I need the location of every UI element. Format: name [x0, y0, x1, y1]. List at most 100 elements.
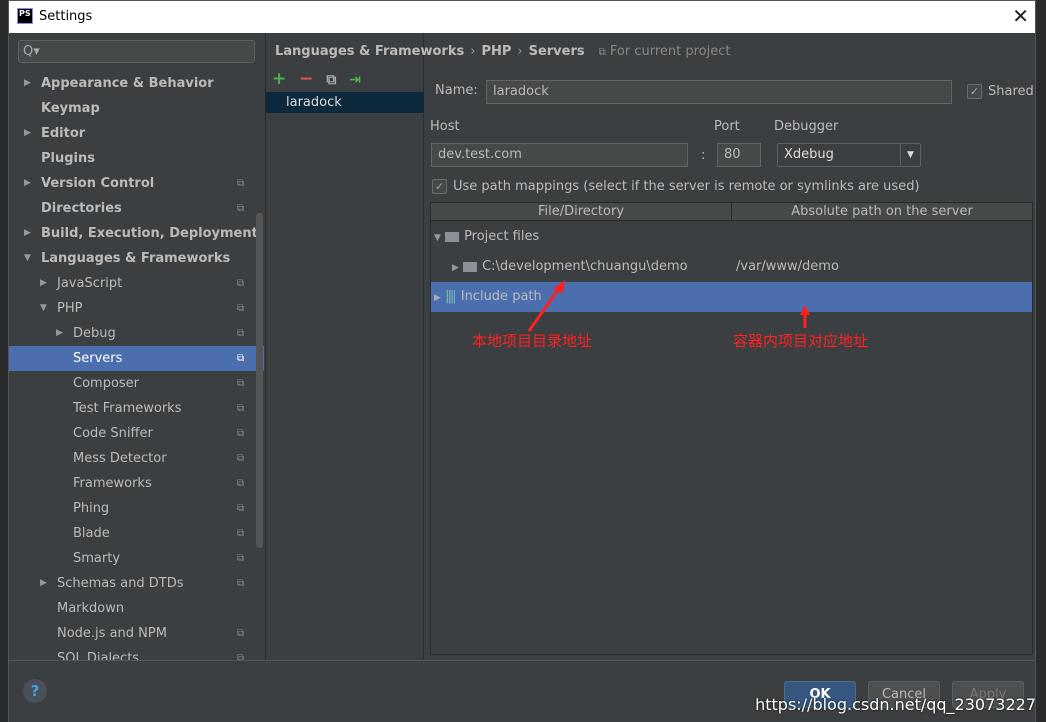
sidebar-item[interactable]: SQL Dialects ⧉: [9, 646, 264, 660]
expanded-arrow-icon[interactable]: ▼: [24, 246, 31, 271]
sidebar-item[interactable]: Mess Detector ⧉: [9, 446, 264, 471]
window-title: Settings: [39, 9, 93, 24]
copy-server-icon[interactable]: ⧉: [326, 72, 336, 88]
collapsed-arrow-icon[interactable]: ▶: [24, 221, 31, 246]
sidebar-item-label: Node.js and NPM: [57, 626, 167, 641]
arrow-head: [553, 280, 565, 293]
close-button[interactable]: ✕: [1012, 4, 1029, 28]
project-scope-icon: ⧉: [237, 278, 245, 289]
sidebar-item[interactable]: ▼ Languages & Frameworks: [9, 246, 264, 271]
breadcrumb-item: PHP: [481, 44, 512, 59]
sidebar-item[interactable]: Blade ⧉: [9, 521, 264, 546]
sidebar-item[interactable]: Smarty ⧉: [9, 546, 264, 571]
project-scope-icon: ⧉: [237, 178, 245, 189]
import-server-icon[interactable]: ⇥: [349, 72, 361, 88]
project-scope-icon: ⧉: [237, 653, 245, 660]
annotation-arrows: [527, 280, 810, 332]
sidebar-item-label: Directories: [41, 201, 122, 216]
settings-sidebar: Q▾ ▶ Appearance & Behavior Keymap ▶ Editor Pl…: [9, 33, 264, 660]
project-scope-icon: ⧉: [237, 528, 245, 539]
sidebar-item[interactable]: Plugins: [9, 146, 264, 171]
project-scope-icon: ⧉: [237, 428, 245, 439]
sidebar-item[interactable]: Test Frameworks ⧉: [9, 396, 264, 421]
sidebar-item-label: Appearance & Behavior: [41, 76, 214, 91]
sidebar-item[interactable]: ▶ Version Control ⧉: [9, 171, 264, 196]
collapsed-arrow-icon[interactable]: ▶: [24, 121, 31, 146]
project-scope-icon: ⧉: [237, 578, 245, 589]
sidebar-item[interactable]: Markdown: [9, 596, 264, 621]
sidebar-item-label: Frameworks: [73, 476, 152, 491]
project-scope-icon: ⧉: [237, 378, 245, 389]
sidebar-item[interactable]: Frameworks ⧉: [9, 471, 264, 496]
add-server-icon[interactable]: +: [272, 69, 286, 89]
sidebar-item-label: Keymap: [41, 101, 100, 116]
phpstorm-logo: PS: [17, 8, 33, 24]
sidebar-item-label: Markdown: [57, 601, 125, 616]
server-list-item[interactable]: laradock: [266, 92, 424, 113]
project-scope-icon: ⧉: [237, 478, 245, 489]
sidebar-item[interactable]: ▼ PHP ⧉: [9, 296, 264, 321]
project-scope-icon: ⧉: [237, 303, 245, 314]
sidebar-item-label: SQL Dialects: [57, 651, 140, 660]
watermark: https://blog.csdn.net/qq_23073227: [755, 695, 1036, 714]
sidebar-item[interactable]: Directories ⧉: [9, 196, 264, 221]
search-input[interactable]: Q▾: [18, 40, 255, 63]
collapsed-arrow-icon[interactable]: ▶: [40, 571, 47, 596]
sidebar-item[interactable]: Node.js and NPM ⧉: [9, 621, 264, 646]
sidebar-item[interactable]: Servers ⧉: [9, 346, 264, 371]
help-button[interactable]: ?: [23, 679, 47, 703]
title-bar: PS Settings ✕: [9, 1, 1035, 33]
breadcrumb: Languages & Frameworks › PHP › Servers ⧉ For …: [275, 44, 731, 59]
breadcrumb-item: Servers: [528, 44, 585, 59]
collapsed-arrow-icon[interactable]: ▶: [56, 321, 63, 346]
sidebar-item-label: Version Control: [41, 176, 155, 191]
arrow-local: [527, 286, 562, 332]
sidebar-item-label: Servers: [73, 351, 123, 366]
settings-dialog: PS Settings ✕ Q▾ ▶ Appearance & Behavior K…: [8, 0, 1036, 722]
sidebar-item-label: Schemas and DTDs: [57, 576, 184, 591]
breadcrumb-item: Languages & Frameworks: [275, 44, 465, 59]
sidebar-scrollbar[interactable]: [256, 213, 263, 548]
sidebar-item-label: Plugins: [41, 151, 95, 166]
sidebar-item-label: PHP: [57, 301, 83, 316]
project-scope-icon: ⧉: [237, 628, 245, 639]
project-scope-icon: ⧉: [237, 328, 245, 339]
project-scope-icon: ⧉: [237, 553, 245, 564]
sidebar-item[interactable]: Phing ⧉: [9, 496, 264, 521]
project-scope-icon: ⧉: [237, 453, 245, 464]
sidebar-item-label: Languages & Frameworks: [41, 251, 231, 266]
sidebar-item-label: Code Sniffer: [73, 426, 153, 441]
server-form: Name: laradock ✓ Shared Host Port Debugg…: [425, 63, 1035, 660]
sidebar-item[interactable]: ▶ Build, Execution, Deployment: [9, 221, 264, 246]
sidebar-item-label: Smarty: [73, 551, 121, 566]
sidebar-item[interactable]: ▶ Editor: [9, 121, 264, 146]
sidebar-item[interactable]: Composer ⧉: [9, 371, 264, 396]
expanded-arrow-icon[interactable]: ▼: [40, 296, 47, 321]
sidebar-item-label: Blade: [73, 526, 110, 541]
project-scope-icon: ⧉: [598, 47, 606, 58]
sidebar-item-label: Composer: [73, 376, 140, 391]
sidebar-item[interactable]: ▶ Appearance & Behavior: [9, 71, 264, 96]
sidebar-item[interactable]: ▶ Schemas and DTDs ⧉: [9, 571, 264, 596]
project-scope-icon: ⧉: [237, 403, 245, 414]
project-scope-icon: ⧉: [237, 503, 245, 514]
sidebar-item-label: Build, Execution, Deployment: [41, 226, 258, 241]
sidebar-item-label: Debug: [73, 326, 116, 341]
sidebar-item[interactable]: ▶ JavaScript ⧉: [9, 271, 264, 296]
arrow-head: [800, 305, 810, 315]
sidebar-item[interactable]: Keymap: [9, 96, 264, 121]
project-scope-icon: ⧉: [237, 353, 245, 364]
sidebar-item[interactable]: Code Sniffer ⧉: [9, 421, 264, 446]
collapsed-arrow-icon[interactable]: ▶: [24, 171, 31, 196]
sidebar-item-label: JavaScript: [57, 276, 123, 291]
sidebar-item-label: Editor: [41, 126, 86, 141]
annotation-local: 本地项目目录地址: [472, 332, 593, 350]
sidebar-item[interactable]: ▶ Debug ⧉: [9, 321, 264, 346]
list-toolbar: + − ⧉ ⇥: [272, 69, 368, 89]
servers-list-panel: + − ⧉ ⇥ laradock: [265, 33, 424, 660]
remove-server-icon[interactable]: −: [299, 69, 313, 89]
scope-label: For current project: [609, 44, 731, 59]
collapsed-arrow-icon[interactable]: ▶: [40, 271, 47, 296]
sidebar-item-label: Mess Detector: [73, 451, 167, 466]
collapsed-arrow-icon[interactable]: ▶: [24, 71, 31, 96]
